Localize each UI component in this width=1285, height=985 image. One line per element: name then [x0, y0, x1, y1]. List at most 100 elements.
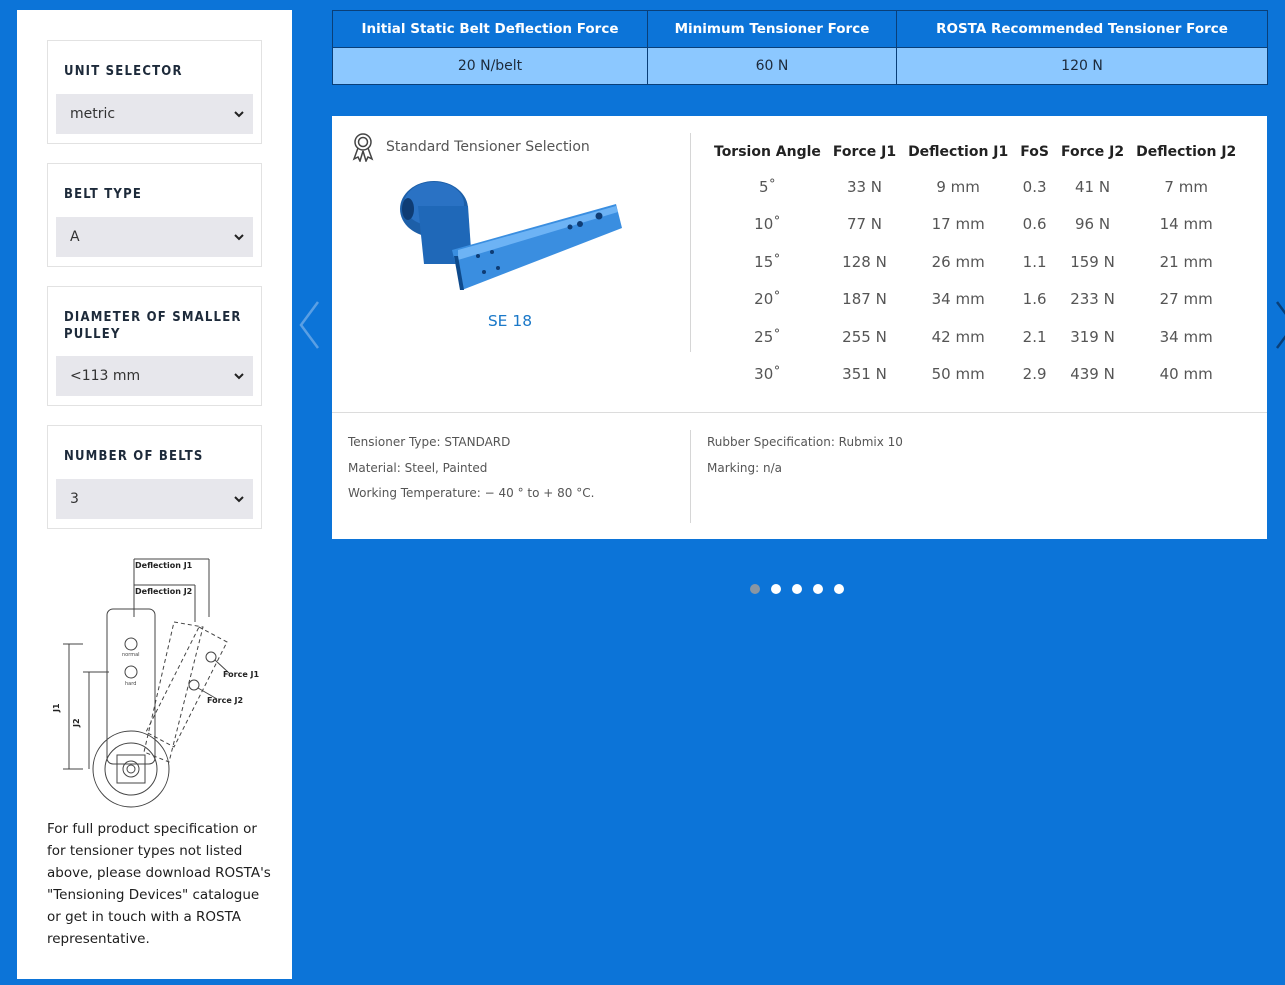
unit-selector-value: metric	[70, 106, 116, 122]
deflection-j2-header: Deflection J2	[1136, 144, 1237, 160]
chevron-down-icon	[234, 111, 244, 118]
belt-type-value: A	[70, 229, 80, 245]
j2-label: J2	[72, 718, 81, 728]
force-j1-cell: 33 N	[846, 177, 883, 196]
carousel-dot-4[interactable]	[813, 584, 823, 594]
card-heading: Standard Tensioner Selection	[352, 132, 590, 162]
j1-label: J1	[52, 703, 61, 713]
deflection-j2-cell: 34 mm	[1159, 327, 1213, 346]
force-j2-cell: 159 N	[1070, 252, 1115, 271]
initial-deflection-force-header: Initial Static Belt Deflection Force	[332, 10, 648, 48]
rubber-spec-text: Rubber Specification: Rubmix 10	[707, 435, 903, 449]
recommended-tensioner-force-header: ROSTA Recommended Tensioner Force	[896, 10, 1268, 48]
torsion-spec-table: Torsion Angle Force J1 Deflection J1 FoS…	[708, 136, 1242, 393]
number-of-belts-label: Number of Belts	[64, 449, 204, 464]
force-j2-cell: 439 N	[1070, 365, 1115, 384]
force-j2-cell: 41 N	[1074, 177, 1111, 196]
table-row: 15˚ 128 N 26 mm 1.1 159 N 21 mm	[708, 243, 1242, 281]
material-text: Material: Steel, Painted	[348, 460, 488, 475]
unit-selector-box: Unit Selector metric	[47, 40, 262, 144]
force-j1-cell: 351 N	[842, 365, 887, 384]
fos-cell: 2.9	[1022, 365, 1047, 384]
deflection-j1-cell: 26 mm	[931, 252, 985, 271]
table-row: 25˚ 255 N 42 mm 2.1 319 N 34 mm	[708, 318, 1242, 356]
product-info-left: Tensioner Type: STANDARD Material: Steel…	[348, 430, 594, 507]
number-of-belts-box: Number of Belts 3	[47, 425, 262, 529]
deflection-j1-cell: 42 mm	[931, 327, 985, 346]
pulley-diameter-label: Diameter of Smaller Pulley	[64, 310, 242, 342]
spec-header-row: Torsion Angle Force J1 Deflection J1 FoS…	[708, 136, 1242, 168]
catalogue-note: For full product specification or for te…	[47, 821, 271, 947]
unit-selector-dropdown[interactable]: metric	[56, 94, 253, 134]
force-j1-label: Force J1	[223, 670, 260, 679]
hard-label: hard	[125, 681, 136, 687]
minimum-tensioner-force-value: 60 N	[647, 47, 897, 85]
force-j2-label: Force J2	[207, 696, 243, 705]
card-heading-text: Standard Tensioner Selection	[386, 139, 590, 155]
tensioner-deflection-diagram: Deflection J1 Deflection J2 Force J1 For…	[52, 558, 260, 808]
minimum-tensioner-force-header: Minimum Tensioner Force	[647, 10, 897, 48]
card-horizontal-divider	[332, 412, 1267, 413]
force-j2-cell: 96 N	[1074, 215, 1111, 234]
deflection-j2-cell: 21 mm	[1159, 252, 1213, 271]
fos-cell: 1.1	[1022, 252, 1047, 271]
deflection-j2-cell: 14 mm	[1159, 215, 1213, 234]
belt-type-dropdown[interactable]: A	[56, 217, 253, 257]
chevron-down-icon	[234, 373, 244, 380]
carousel-dot-5[interactable]	[834, 584, 844, 594]
torsion-angle-cell: 20˚	[754, 290, 781, 309]
chevron-down-icon	[234, 496, 244, 503]
force-j1-cell: 255 N	[842, 327, 887, 346]
force-j2-cell: 233 N	[1070, 290, 1115, 309]
working-temperature-text: Working Temperature: − 40 ° to + 80 °C.	[348, 486, 595, 500]
carousel-dot-1[interactable]	[750, 584, 760, 594]
number-of-belts-dropdown[interactable]: 3	[56, 479, 253, 519]
force-j1-cell: 187 N	[842, 290, 887, 309]
deflection-j1-cell: 17 mm	[931, 215, 985, 234]
deflection-j1-cell: 50 mm	[931, 365, 985, 384]
carousel-prev-arrow-icon[interactable]	[298, 300, 320, 350]
force-j2-header: Force J2	[1060, 144, 1125, 160]
card-divider	[690, 133, 691, 352]
deflection-j1-cell: 34 mm	[931, 290, 985, 309]
summary-value-row: 20 N/belt 60 N 120 N	[332, 47, 1268, 85]
deflection-j2-cell: 27 mm	[1159, 290, 1213, 309]
award-ribbon-icon	[352, 133, 374, 162]
number-of-belts-value: 3	[70, 491, 79, 507]
torsion-angle-cell: 15˚	[754, 252, 781, 271]
belt-type-label: Belt Type	[64, 187, 143, 202]
carousel-dot-2[interactable]	[771, 584, 781, 594]
torsion-angle-cell: 25˚	[754, 327, 781, 346]
table-row: 10˚ 77 N 17 mm 0.6 96 N 14 mm	[708, 206, 1242, 244]
initial-deflection-force-value: 20 N/belt	[332, 47, 648, 85]
deflection-j1-label: Deflection J1	[135, 561, 193, 570]
torsion-angle-header: Torsion Angle	[714, 144, 821, 160]
belt-force-summary-table: Initial Static Belt Deflection Force Min…	[332, 10, 1268, 85]
force-j1-cell: 77 N	[846, 215, 883, 234]
torsion-angle-cell: 30˚	[754, 365, 781, 384]
table-row: 5˚ 33 N 9 mm 0.3 41 N 7 mm	[708, 168, 1242, 206]
filter-sidebar: Unit Selector metric Belt Type A Diamete…	[17, 10, 292, 979]
pulley-diameter-box: Diameter of Smaller Pulley <113 mm	[47, 286, 262, 406]
normal-label: normal	[122, 652, 140, 658]
product-name-link[interactable]: SE 18	[462, 312, 558, 330]
deflection-j1-cell: 9 mm	[936, 177, 980, 196]
product-card: Standard Tensioner Selection SE 18 Torsi…	[332, 116, 1267, 539]
deflection-j2-label: Deflection J2	[135, 587, 192, 596]
force-j1-header: Force J1	[832, 144, 897, 160]
pulley-diameter-dropdown[interactable]: <113 mm	[56, 356, 253, 396]
carousel-dot-3[interactable]	[792, 584, 802, 594]
table-row: 30˚ 351 N 50 mm 2.9 439 N 40 mm	[708, 356, 1242, 394]
fos-header: FoS	[1020, 144, 1049, 160]
pulley-diameter-value: <113 mm	[70, 368, 141, 384]
fos-cell: 0.3	[1022, 177, 1047, 196]
torsion-angle-cell: 10˚	[754, 215, 781, 234]
carousel-next-arrow-icon[interactable]	[1276, 300, 1285, 350]
info-divider	[690, 430, 691, 523]
belt-type-box: Belt Type A	[47, 163, 262, 267]
fos-cell: 1.6	[1022, 290, 1047, 309]
summary-header-row: Initial Static Belt Deflection Force Min…	[332, 10, 1268, 48]
force-j1-cell: 128 N	[842, 252, 887, 271]
unit-selector-label: Unit Selector	[64, 64, 183, 79]
tensioner-product-image	[400, 181, 622, 290]
